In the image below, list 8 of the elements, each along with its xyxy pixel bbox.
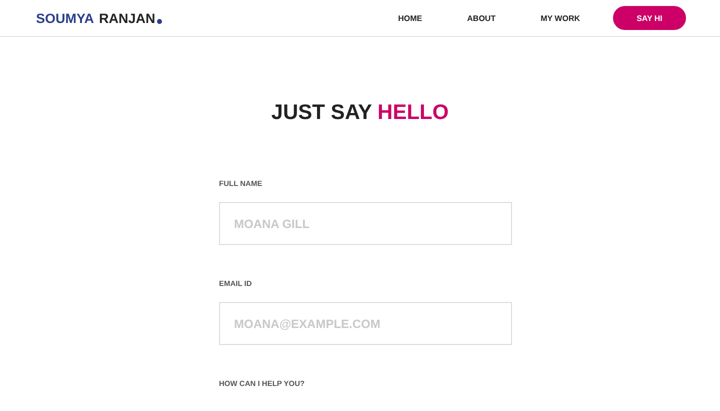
logo-text[interactable]: RANJAN	[99, 10, 156, 26]
dot-icon	[157, 18, 162, 24]
page-heading: JUST SAY HELLO	[270, 101, 450, 125]
nav-link[interactable]: ABOUT	[467, 14, 496, 22]
nav-link[interactable]: HOME	[398, 14, 422, 22]
say-hi-button[interactable]: SAY HI	[613, 6, 686, 30]
logo-text[interactable]: SOUMYA	[36, 10, 94, 26]
nav-link[interactable]: MY WORK	[540, 14, 580, 22]
